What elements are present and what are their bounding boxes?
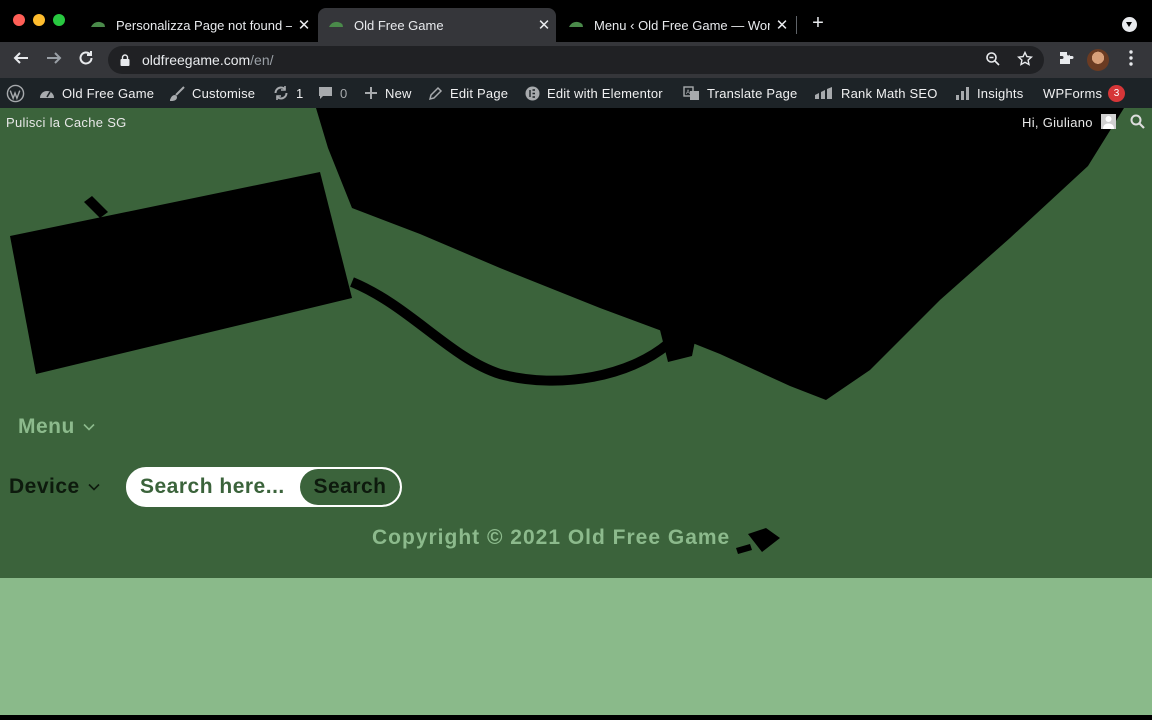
window-minimize-button[interactable]	[33, 14, 45, 26]
url-host: oldfreegame.com	[142, 52, 251, 68]
site-page: Pulisci la Cache SG Hi, Giuliano Menu De…	[0, 108, 1152, 578]
adminbar-edit-page[interactable]: Edit Page	[428, 78, 508, 108]
browser-tab-1[interactable]: Personalizza Page not found – ✕	[80, 8, 316, 42]
chevron-down-icon	[88, 483, 100, 491]
site-search-form: Search	[126, 467, 402, 507]
window-maximize-button[interactable]	[53, 14, 65, 26]
user-greeting[interactable]: Hi, Giuliano	[1022, 115, 1093, 130]
adminbar-edit-elementor[interactable]: Edit with Elementor	[525, 78, 663, 108]
search-input[interactable]	[128, 469, 300, 505]
back-icon[interactable]	[10, 49, 32, 71]
zoom-icon[interactable]	[984, 51, 1002, 69]
device-dropdown-toggle[interactable]: Device	[9, 475, 100, 499]
wordpress-logo-icon[interactable]	[6, 78, 25, 108]
search-button[interactable]: Search	[300, 469, 400, 505]
lock-icon[interactable]	[120, 54, 130, 66]
menu-kebab-icon[interactable]	[1121, 50, 1141, 70]
edit-elementor-label: Edit with Elementor	[547, 85, 663, 101]
new-tab-button[interactable]: +	[807, 12, 829, 34]
adminbar-new[interactable]: New	[364, 78, 412, 108]
adminbar-updates[interactable]: 1	[273, 78, 303, 108]
brush-icon	[170, 85, 185, 101]
turtle-favicon-icon	[91, 21, 105, 27]
console-silhouette-illustration	[10, 108, 1124, 400]
copyright-text: Copyright © 2021 Old Free Game	[372, 526, 731, 549]
adminbar-comments[interactable]: 0	[318, 78, 347, 108]
pencil-icon	[428, 86, 443, 100]
profile-avatar[interactable]	[1087, 49, 1109, 71]
tab-close-icon[interactable]: ✕	[532, 16, 556, 34]
adminbar-site-name[interactable]: Old Free Game	[39, 78, 154, 108]
edit-page-label: Edit Page	[450, 85, 509, 101]
url-text[interactable]: oldfreegame.com/en/	[142, 52, 274, 68]
updates-icon	[274, 86, 288, 100]
wpforms-notification-badge: 3	[1108, 84, 1126, 102]
adminbar-insights[interactable]: Insights	[955, 78, 1023, 108]
extensions-icon[interactable]	[1056, 50, 1076, 70]
turtle-favicon-icon	[569, 21, 583, 27]
comments-count: 0	[340, 85, 348, 101]
forward-icon[interactable]	[43, 49, 65, 71]
browser-tab-2[interactable]: Old Free Game ✕	[318, 8, 556, 42]
menu-dropdown-toggle[interactable]: Menu	[18, 415, 95, 439]
url-path: /en/	[250, 52, 274, 68]
menu-label: Menu	[18, 415, 75, 438]
plus-icon	[365, 87, 377, 99]
rank-math-label: Rank Math SEO	[841, 85, 938, 101]
svg-text:A: A	[686, 89, 691, 96]
customise-label: Customise	[192, 85, 256, 101]
browser-tab-strip: Personalizza Page not found – ✕ Old Free…	[0, 0, 1152, 42]
adminbar-translate-page[interactable]: A Translate Page	[683, 78, 797, 108]
turtle-favicon-icon	[329, 21, 343, 27]
translate-icon: A	[683, 85, 699, 100]
wp-admin-bar: Old Free Game Customise 1 0 New Edit Pag…	[0, 78, 1152, 108]
adminbar-wpforms[interactable]: WPForms 3	[1043, 78, 1126, 108]
adminbar-rank-math[interactable]: Rank Math SEO	[814, 78, 938, 108]
elementor-icon	[525, 86, 540, 100]
tab-separator	[796, 16, 797, 34]
wpforms-label: WPForms	[1043, 85, 1103, 101]
adminbar-customise[interactable]: Customise	[170, 78, 255, 108]
footer-band	[0, 578, 1152, 715]
translate-page-label: Translate Page	[707, 85, 798, 101]
new-label: New	[385, 85, 412, 101]
tab-title: Menu ‹ Old Free Game — Word	[594, 17, 770, 33]
insights-label: Insights	[977, 85, 1024, 101]
site-name-label: Old Free Game	[62, 85, 155, 101]
console-logo-icon	[736, 528, 780, 554]
dashboard-gauge-icon	[40, 91, 54, 98]
rank-math-icon	[815, 87, 832, 99]
tab-close-icon[interactable]: ✕	[292, 16, 316, 34]
chevron-down-icon	[83, 423, 95, 431]
star-icon[interactable]	[1016, 50, 1034, 69]
tab-title: Personalizza Page not found –	[116, 17, 292, 33]
tab-close-icon[interactable]: ✕	[770, 16, 794, 34]
device-label: Device	[9, 475, 80, 498]
bar-chart-icon	[956, 86, 969, 100]
address-bar[interactable]: oldfreegame.com/en/	[108, 46, 1044, 74]
window-close-button[interactable]	[13, 14, 25, 26]
browser-toolbar: oldfreegame.com/en/	[0, 42, 1152, 78]
user-avatar-icon[interactable]	[1101, 114, 1116, 129]
browser-tab-3[interactable]: Menu ‹ Old Free Game — Word ✕	[558, 8, 794, 42]
comment-bubble-icon	[319, 87, 332, 99]
adminbar-search-icon[interactable]	[1130, 114, 1145, 129]
tab-title: Old Free Game	[354, 17, 444, 33]
tab-search-dropdown-icon[interactable]	[1122, 17, 1137, 32]
reload-icon[interactable]	[75, 49, 97, 71]
updates-count: 1	[296, 85, 304, 101]
purge-cache-link[interactable]: Pulisci la Cache SG	[6, 115, 127, 130]
